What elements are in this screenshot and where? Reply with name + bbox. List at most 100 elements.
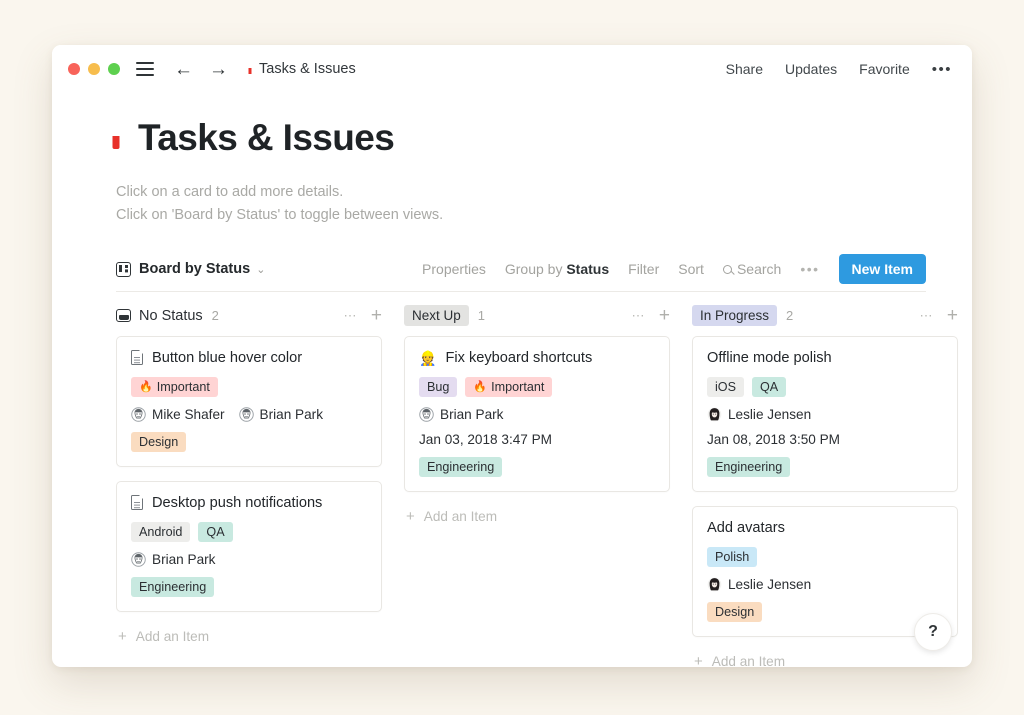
avatar [707,577,722,592]
card-tag: 🔥 Important [465,376,553,397]
add-item-button[interactable]: + Add an Item [404,506,670,527]
card-title-row: Desktop push notifications [131,495,367,511]
search-icon [722,264,732,274]
board-card[interactable]: Offline mode polish iOS QA Leslie Jensen Jan… [692,335,958,492]
board-column: Next Up 1 ⋯ + 👷 Fix keyboard shortcuts Bug 🔥 Imp… [404,292,670,667]
column-more-icon[interactable]: ⋯ [631,308,645,324]
view-name: Board by Status [139,261,251,278]
card-tag: Bug [419,376,458,397]
breadcrumb[interactable]: Tasks & Issues [248,61,356,77]
column-count: 2 [786,308,794,324]
column-title[interactable]: In Progress [692,305,778,327]
card-person-name: Leslie Jensen [728,406,812,422]
chevron-down-icon: ⌄ [256,263,266,276]
fire-icon: 🔥 [473,381,488,394]
add-item-label: Add an Item [135,628,210,644]
inbox-icon [116,309,131,323]
board-column: In Progress 2 ⋯ + Offline mode polish iOS QA Le… [692,292,958,667]
hamburger-menu-icon[interactable] [136,62,154,76]
page-content: Tasks & Issues Click on a card to add mo… [52,93,972,667]
properties-button[interactable]: Properties [422,261,486,277]
card-tag: QA [198,521,233,542]
card-footer-tag-row: Engineering [131,576,367,597]
more-options-icon[interactable]: ••• [932,61,952,78]
page-title: Tasks & Issues [138,117,395,158]
card-title-row: Add avatars [707,520,943,536]
arrow-left-icon[interactable]: ← [174,60,193,79]
add-item-button[interactable]: + Add an Item [692,651,958,667]
card-tag-label: Polish [715,549,750,564]
column-header: Next Up 1 ⋯ + [404,292,670,336]
kanban-board: No Status 2 ⋯ + Button blue hover color 🔥 Impo… [116,292,972,667]
sort-button[interactable]: Sort [678,261,704,277]
view-selector[interactable]: Board by Status ⌄ [116,261,265,277]
card-tag-row: Polish [707,546,943,567]
add-item-label: Add an Item [423,508,498,524]
page-description: Click on a card to add more details. Cli… [116,181,926,228]
plus-icon: + [406,507,415,525]
favorite-button[interactable]: Favorite [859,61,910,77]
board-card[interactable]: 👷 Fix keyboard shortcuts Bug 🔥 Important Bria… [404,335,670,492]
card-person-name: Brian Park [152,551,216,567]
board-toolbar: Board by Status ⌄ Properties Group by St… [116,248,926,292]
board-card[interactable]: Add avatars Polish Leslie Jensen Design [692,505,958,637]
column-name: In Progress [692,305,778,327]
minimize-window-button[interactable] [88,63,100,75]
card-title: Desktop push notifications [152,494,323,511]
column-actions: ⋯ + [343,306,382,325]
toolbar-more-icon[interactable]: ••• [800,261,819,277]
close-window-button[interactable] [68,63,80,75]
nav-arrows: ← → [174,60,228,79]
add-item-button[interactable]: + Add an Item [116,626,382,647]
construction-worker-icon: 👷 [419,349,437,366]
column-name: Next Up [404,305,469,327]
window-titlebar: ← → Tasks & Issues Share Updates Favorit… [52,45,972,93]
card-footer-tag-row: Engineering [707,456,943,477]
card-title: Add avatars [707,519,785,536]
column-actions: ⋯ + [631,306,670,325]
window-traffic-lights [68,63,120,75]
group-by-button[interactable]: Group by Status [505,261,609,277]
column-name: No Status [139,307,203,324]
column-title[interactable]: Next Up [404,305,469,327]
breadcrumb-title: Tasks & Issues [259,61,356,77]
help-button[interactable]: ? [914,613,952,651]
avatar [238,407,254,422]
search-button[interactable]: Search [722,261,782,278]
toolbar-actions: Properties Group by Status Filter Sort S… [422,254,926,285]
board-card[interactable]: Desktop push notifications Android QA Brian… [116,480,382,612]
arrow-right-icon[interactable]: → [209,60,228,79]
new-item-button[interactable]: New Item [838,254,926,285]
card-people-row: Leslie Jensen [707,577,943,592]
updates-button[interactable]: Updates [785,61,837,77]
filter-button[interactable]: Filter [628,261,659,277]
card-tag: 🔥 Important [131,376,218,397]
plus-icon: + [118,627,127,645]
page-title-row: Tasks & Issues [112,117,926,159]
search-label: Search [736,261,782,278]
card-tag-row: iOS QA [707,376,943,397]
card-person-name: Leslie Jensen [728,576,812,592]
column-title[interactable]: No Status [116,308,203,324]
column-add-icon[interactable]: + [371,306,382,325]
avatar [131,552,146,567]
add-item-label: Add an Item [711,653,786,667]
card-tag-label: QA [760,379,779,394]
page-header: Tasks & Issues Click on a card to add mo… [52,93,972,228]
board-card[interactable]: Button blue hover color 🔥 Important Mike Sh… [116,335,382,467]
card-person: Brian Park [131,552,215,567]
column-more-icon[interactable]: ⋯ [343,308,357,324]
column-add-icon[interactable]: + [659,306,670,325]
card-category-tag: Engineering [707,456,791,477]
maximize-window-button[interactable] [108,63,120,75]
column-add-icon[interactable]: + [947,306,958,325]
card-footer-tag-row: Engineering [419,456,655,477]
card-tag-row: Android QA [131,521,367,542]
card-tag-row: 🔥 Important [131,376,367,397]
avatar [131,407,146,422]
fire-icon: 🔥 [139,381,153,394]
card-tag-label: Android [139,524,183,539]
share-button[interactable]: Share [726,61,763,77]
card-title: Offline mode polish [707,349,832,366]
column-more-icon[interactable]: ⋯ [919,308,933,324]
